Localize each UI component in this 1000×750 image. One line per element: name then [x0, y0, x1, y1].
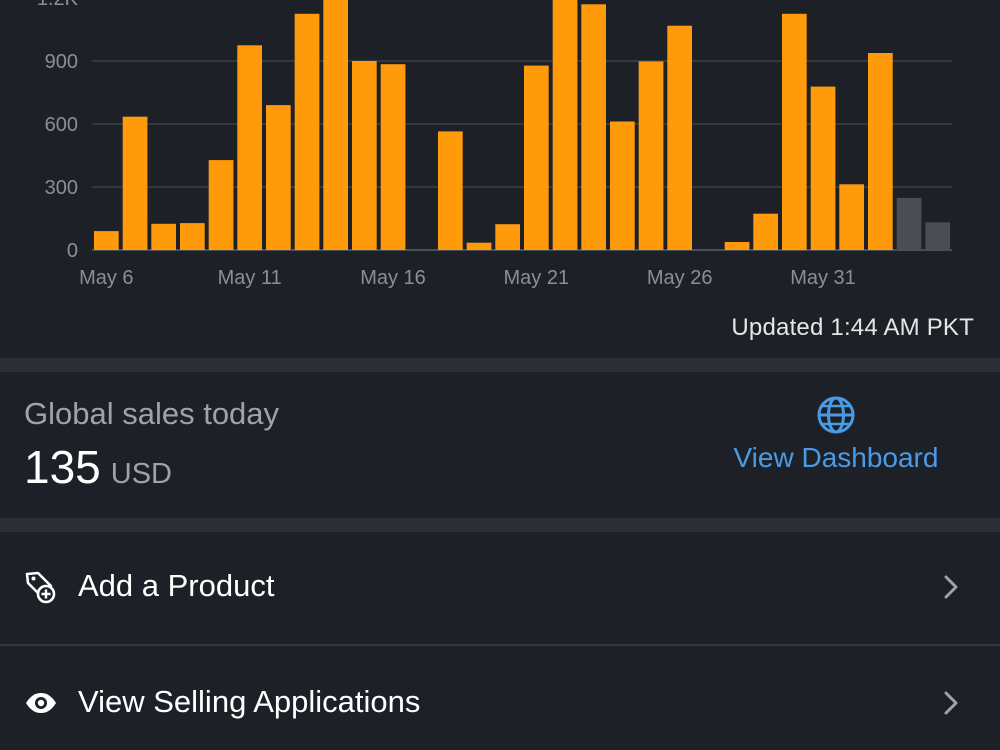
chevron-right-icon	[944, 575, 958, 599]
section-divider-2	[0, 518, 1000, 532]
updated-timestamp: Updated 1:44 AM PKT	[731, 314, 974, 341]
chart-bar[interactable]	[323, 0, 348, 250]
chart-bar[interactable]	[380, 64, 406, 250]
chart-bar[interactable]	[896, 197, 922, 250]
chart-bar[interactable]	[581, 4, 606, 250]
chart-bar[interactable]	[753, 213, 778, 250]
chart-bar[interactable]	[667, 25, 692, 251]
add-product-row[interactable]: Add a Product	[0, 532, 1000, 642]
chart-bar[interactable]	[122, 116, 148, 250]
chart-bar[interactable]	[151, 223, 176, 251]
add-tag-icon	[25, 571, 56, 604]
chart-bar[interactable]	[466, 242, 492, 250]
row-divider	[0, 644, 1000, 646]
x-tick-label: May 16	[360, 267, 426, 289]
chart-bar[interactable]	[810, 86, 836, 250]
chart-bar[interactable]	[552, 0, 578, 251]
section-divider	[0, 358, 1000, 372]
chart-bar[interactable]	[524, 65, 549, 250]
y-tick-label: 300	[45, 177, 78, 199]
chart-bar[interactable]	[266, 105, 291, 250]
y-tick-label: 0	[67, 240, 78, 262]
x-tick-label: May 26	[647, 267, 713, 289]
y-tick-label: 900	[45, 51, 78, 73]
chart-bar[interactable]	[925, 222, 950, 250]
x-tick-label: May 11	[218, 267, 282, 289]
sales-amount-value: 135	[24, 441, 101, 493]
sales-chart-card: 0 300 600 900 1.2K May 6 May 11 May 16 May 21 May…	[0, 0, 1000, 358]
y-tick-label: 1.2K	[37, 0, 79, 10]
view-selling-applications-label: View Selling Applications	[78, 684, 421, 719]
x-tick-label: May 21	[504, 267, 570, 289]
global-sales-amount: 135 USD	[24, 440, 172, 494]
chart-bar[interactable]	[868, 53, 893, 250]
sales-currency: USD	[110, 458, 172, 490]
app-screen: 0 300 600 900 1.2K May 6 May 11 May 16 May 21 May…	[0, 0, 1000, 750]
view-selling-applications-row[interactable]: View Selling Applications	[0, 648, 1000, 750]
chart-bar[interactable]	[180, 223, 205, 250]
view-dashboard-button[interactable]: View Dashboard	[720, 394, 952, 474]
chart-bar[interactable]	[782, 13, 807, 251]
x-tick-label: May 6	[79, 267, 133, 289]
add-product-label: Add a Product	[78, 568, 275, 603]
chart-bar[interactable]	[237, 45, 262, 251]
chart-bar[interactable]	[352, 61, 377, 250]
chart-bar[interactable]	[839, 184, 864, 250]
eye-icon	[26, 693, 56, 713]
chart-bar[interactable]	[208, 160, 234, 250]
chart-bar[interactable]	[495, 224, 520, 250]
sales-bar-chart: 0 300 600 900 1.2K May 6 May 11 May 16 May 21 May…	[37, 0, 952, 289]
x-tick-label: May 31	[790, 267, 856, 289]
global-sales-label: Global sales today	[24, 396, 280, 431]
chevron-right-icon	[944, 691, 958, 715]
global-sales-card: Global sales today 135 USD View Dashboard	[0, 372, 1000, 518]
chart-bar[interactable]	[638, 61, 664, 251]
chart-bar[interactable]	[94, 231, 119, 250]
globe-icon	[817, 396, 855, 434]
y-tick-label: 600	[45, 114, 78, 136]
chart-bar[interactable]	[438, 131, 463, 250]
chart-bar[interactable]	[294, 13, 320, 251]
chart-bar[interactable]	[610, 121, 635, 251]
chart-bar[interactable]	[724, 242, 750, 250]
view-dashboard-label: View Dashboard	[733, 442, 939, 473]
